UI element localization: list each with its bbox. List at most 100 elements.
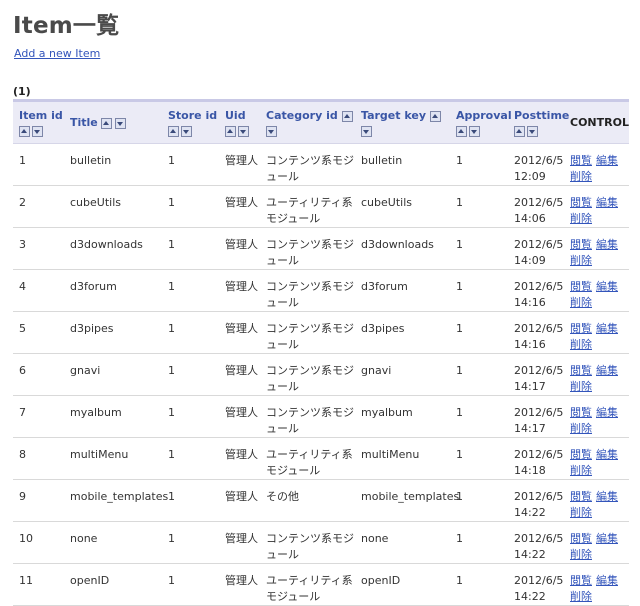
posttime-time: 14:16 <box>514 338 546 351</box>
delete-link[interactable]: 削除 <box>570 254 592 267</box>
category-cell: コンテンツ系モジュール <box>260 353 355 396</box>
delete-link[interactable]: 削除 <box>570 422 592 435</box>
sort-ascending-icon[interactable] <box>514 125 525 137</box>
target-key-cell: multiMenu <box>355 437 450 480</box>
posttime-time: 12:09 <box>514 170 546 183</box>
item-id-cell: 11 <box>13 563 64 606</box>
posttime-date: 2012/6/5 <box>514 448 564 461</box>
view-link[interactable]: 閲覧 <box>570 448 592 461</box>
title-cell: d3downloads <box>64 227 162 270</box>
title-cell: multiMenu <box>64 437 162 480</box>
sort-descending-icon[interactable] <box>114 117 126 129</box>
delete-link[interactable]: 削除 <box>570 464 592 477</box>
title-cell: bulletin <box>64 143 162 186</box>
header-label: Posttime <box>514 109 570 122</box>
posttime-date: 2012/6/5 <box>514 574 564 587</box>
edit-link[interactable]: 編集 <box>596 574 618 587</box>
store-id-cell: 1 <box>162 521 219 564</box>
table-body: 1 bulletin 1 管理人 コンテンツ系モジュール bulletin 1 2012/6/… <box>13 143 629 606</box>
sort-descending-icon[interactable] <box>32 125 43 137</box>
edit-link[interactable]: 編集 <box>596 448 618 461</box>
delete-link[interactable]: 削除 <box>570 548 592 561</box>
edit-link[interactable]: 編集 <box>596 196 618 209</box>
edit-link[interactable]: 編集 <box>596 238 618 251</box>
table-row: 4 d3forum 1 管理人 コンテンツ系モジュール d3forum 1 2012/6/5 1… <box>13 269 629 312</box>
sort-ascending-icon[interactable] <box>19 125 30 137</box>
edit-link[interactable]: 編集 <box>596 490 618 503</box>
category-cell: ユーティリティ系モジュール <box>260 185 355 228</box>
posttime-date: 2012/6/5 <box>514 154 564 167</box>
posttime-date: 2012/6/5 <box>514 406 564 419</box>
category-cell: コンテンツ系モジュール <box>260 395 355 438</box>
view-link[interactable]: 閲覧 <box>570 490 592 503</box>
view-link[interactable]: 閲覧 <box>570 532 592 545</box>
delete-link[interactable]: 削除 <box>570 212 592 225</box>
category-cell: ユーティリティ系モジュール <box>260 563 355 606</box>
view-link[interactable]: 閲覧 <box>570 280 592 293</box>
category-cell: ユーティリティ系モジュール <box>260 437 355 480</box>
sort-ascending-icon[interactable] <box>100 117 112 129</box>
sort-ascending-icon[interactable] <box>429 110 441 122</box>
approval-cell: 1 <box>450 479 508 522</box>
delete-link[interactable]: 削除 <box>570 380 592 393</box>
item-id-cell: 9 <box>13 479 64 522</box>
header-category-id: Category id <box>260 99 355 144</box>
posttime-cell: 2012/6/5 14:22 <box>508 521 564 564</box>
view-link[interactable]: 閲覧 <box>570 196 592 209</box>
delete-link[interactable]: 削除 <box>570 506 592 519</box>
sort-descending-icon[interactable] <box>361 125 372 137</box>
view-link[interactable]: 閲覧 <box>570 154 592 167</box>
table-row: 5 d3pipes 1 管理人 コンテンツ系モジュール d3pipes 1 2012/6/5 1… <box>13 311 629 354</box>
target-key-cell: myalbum <box>355 395 450 438</box>
header-item-id: Item id <box>13 99 64 144</box>
sort-ascending-icon[interactable] <box>456 125 467 137</box>
control-cell: 閲覧 編集 削除 <box>564 437 629 480</box>
delete-link[interactable]: 削除 <box>570 296 592 309</box>
store-id-cell: 1 <box>162 143 219 186</box>
header-store-id: Store id <box>162 99 219 144</box>
title-cell: mobile_templates <box>64 479 168 522</box>
delete-link[interactable]: 削除 <box>570 170 592 183</box>
target-key-cell: bulletin <box>355 143 450 186</box>
sort-descending-icon[interactable] <box>238 125 249 137</box>
edit-link[interactable]: 編集 <box>596 406 618 419</box>
sort-descending-icon[interactable] <box>181 125 192 137</box>
target-key-cell: mobile_templates <box>355 479 459 522</box>
sort-ascending-icon[interactable] <box>341 110 353 122</box>
store-id-cell: 1 <box>162 227 219 270</box>
delete-link[interactable]: 削除 <box>570 590 592 603</box>
add-item-link[interactable]: Add a new Item <box>14 47 100 60</box>
control-cell: 閲覧 編集 削除 <box>564 185 629 228</box>
delete-link[interactable]: 削除 <box>570 338 592 351</box>
view-link[interactable]: 閲覧 <box>570 406 592 419</box>
title-cell: none <box>64 521 162 564</box>
table-row: 9 mobile_templates 1 管理人 その他 mobile_templates… <box>13 479 629 522</box>
control-cell: 閲覧 編集 削除 <box>564 521 629 564</box>
edit-link[interactable]: 編集 <box>596 364 618 377</box>
sort-ascending-icon[interactable] <box>168 125 179 137</box>
uid-cell: 管理人 <box>219 521 260 564</box>
item-id-cell: 10 <box>13 521 64 564</box>
title-cell: d3forum <box>64 269 162 312</box>
sort-ascending-icon[interactable] <box>225 125 236 137</box>
view-link[interactable]: 閲覧 <box>570 238 592 251</box>
posttime-date: 2012/6/5 <box>514 364 564 377</box>
edit-link[interactable]: 編集 <box>596 322 618 335</box>
posttime-time: 14:17 <box>514 422 546 435</box>
view-link[interactable]: 閲覧 <box>570 364 592 377</box>
edit-link[interactable]: 編集 <box>596 154 618 167</box>
edit-link[interactable]: 編集 <box>596 280 618 293</box>
uid-cell: 管理人 <box>219 437 260 480</box>
category-cell: コンテンツ系モジュール <box>260 143 355 186</box>
view-link[interactable]: 閲覧 <box>570 322 592 335</box>
approval-cell: 1 <box>450 437 508 480</box>
table-row: 6 gnavi 1 管理人 コンテンツ系モジュール gnavi 1 2012/6/5 14:17… <box>13 353 629 396</box>
posttime-date: 2012/6/5 <box>514 280 564 293</box>
store-id-cell: 1 <box>162 269 219 312</box>
sort-descending-icon[interactable] <box>266 125 277 137</box>
edit-link[interactable]: 編集 <box>596 532 618 545</box>
sort-descending-icon[interactable] <box>527 125 538 137</box>
posttime-date: 2012/6/5 <box>514 490 564 503</box>
view-link[interactable]: 閲覧 <box>570 574 592 587</box>
sort-descending-icon[interactable] <box>469 125 480 137</box>
